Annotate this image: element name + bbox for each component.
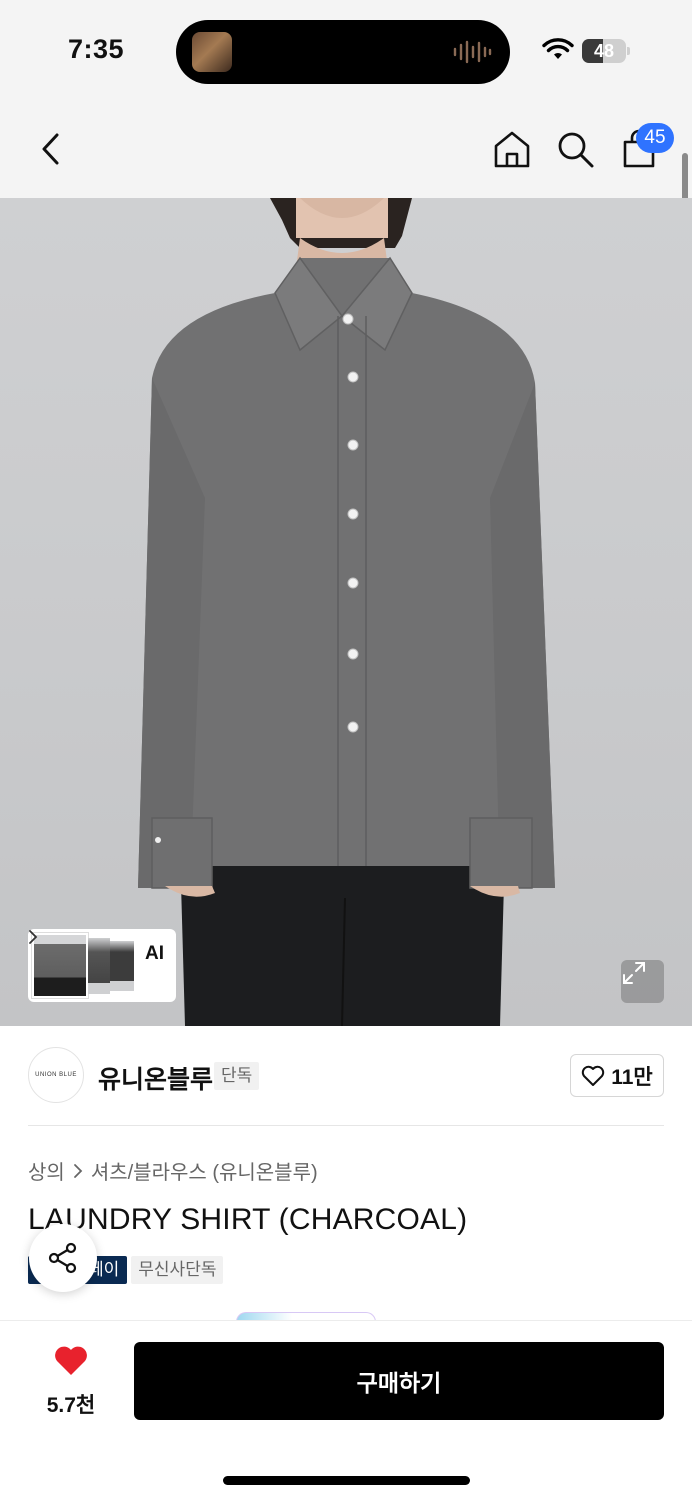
- ai-label: AI: [145, 943, 164, 964]
- brand-like-button[interactable]: 11만: [570, 1054, 664, 1097]
- heart-filled-icon: [55, 1346, 87, 1375]
- musinsa-exclusive-badge: 무신사단독: [131, 1256, 224, 1284]
- chevron-right-icon: [29, 930, 38, 944]
- brand-name[interactable]: 유니온블루: [98, 1060, 213, 1096]
- home-indicator[interactable]: [223, 1476, 470, 1485]
- search-icon: [558, 132, 594, 168]
- search-button[interactable]: [552, 126, 598, 172]
- brand-row: UNION BLUE 유니온블루 단독 11만: [0, 1026, 692, 1126]
- product-image[interactable]: AI: [0, 198, 692, 1026]
- chevron-right-icon: [73, 1163, 83, 1178]
- product-photo-shirt-model: [138, 198, 555, 1026]
- share-icon: [48, 1242, 77, 1274]
- thumbnail-front[interactable]: [31, 932, 89, 999]
- status-bar: 7:35 48: [0, 0, 692, 100]
- expand-image-button[interactable]: [621, 960, 664, 1003]
- breadcrumb-item-shirts[interactable]: 셔츠/블라우스 (유니온블루): [91, 1156, 318, 1185]
- heart-outline-icon: [582, 1065, 605, 1086]
- wifi-icon: [542, 38, 574, 59]
- wishlist-button[interactable]: 5.7천: [36, 1345, 106, 1421]
- expand-icon: [623, 962, 645, 984]
- cart-count-badge[interactable]: 45: [636, 123, 674, 153]
- battery-indicator: 48: [582, 39, 626, 63]
- breadcrumb: 상의 셔츠/블라우스 (유니온블루): [28, 1156, 318, 1185]
- breadcrumb-item-top[interactable]: 상의: [28, 1156, 65, 1185]
- home-icon: [494, 131, 530, 168]
- thumbnail-back[interactable]: [110, 941, 134, 991]
- chevron-left-icon: [42, 133, 59, 165]
- exclusive-tag: 단독: [214, 1062, 260, 1090]
- divider: [28, 1125, 664, 1126]
- status-time: 7:35: [68, 34, 125, 64]
- buy-button[interactable]: 구매하기: [134, 1342, 664, 1420]
- back-button[interactable]: [28, 126, 74, 172]
- brand-logo[interactable]: UNION BLUE: [28, 1047, 84, 1103]
- wishlist-count: 5.7천: [46, 1394, 96, 1417]
- product-title: LAUNDRY SHIRT (CHARCOAL): [28, 1203, 468, 1236]
- album-art-thumbnail: [192, 32, 232, 72]
- dynamic-island[interactable]: [176, 20, 510, 84]
- battery-cap: [627, 47, 630, 55]
- battery-level: 48: [593, 41, 615, 61]
- bottom-action-bar: 5.7천 구매하기: [0, 1320, 692, 1500]
- audio-waveform-icon: [453, 40, 492, 64]
- share-button[interactable]: [29, 1224, 97, 1292]
- app-header: [0, 100, 692, 198]
- ai-thumbnail-strip[interactable]: AI: [28, 929, 176, 1002]
- home-button[interactable]: [489, 126, 535, 172]
- brand-like-count: 11만: [611, 1065, 653, 1089]
- thumbnail-side[interactable]: [88, 938, 110, 994]
